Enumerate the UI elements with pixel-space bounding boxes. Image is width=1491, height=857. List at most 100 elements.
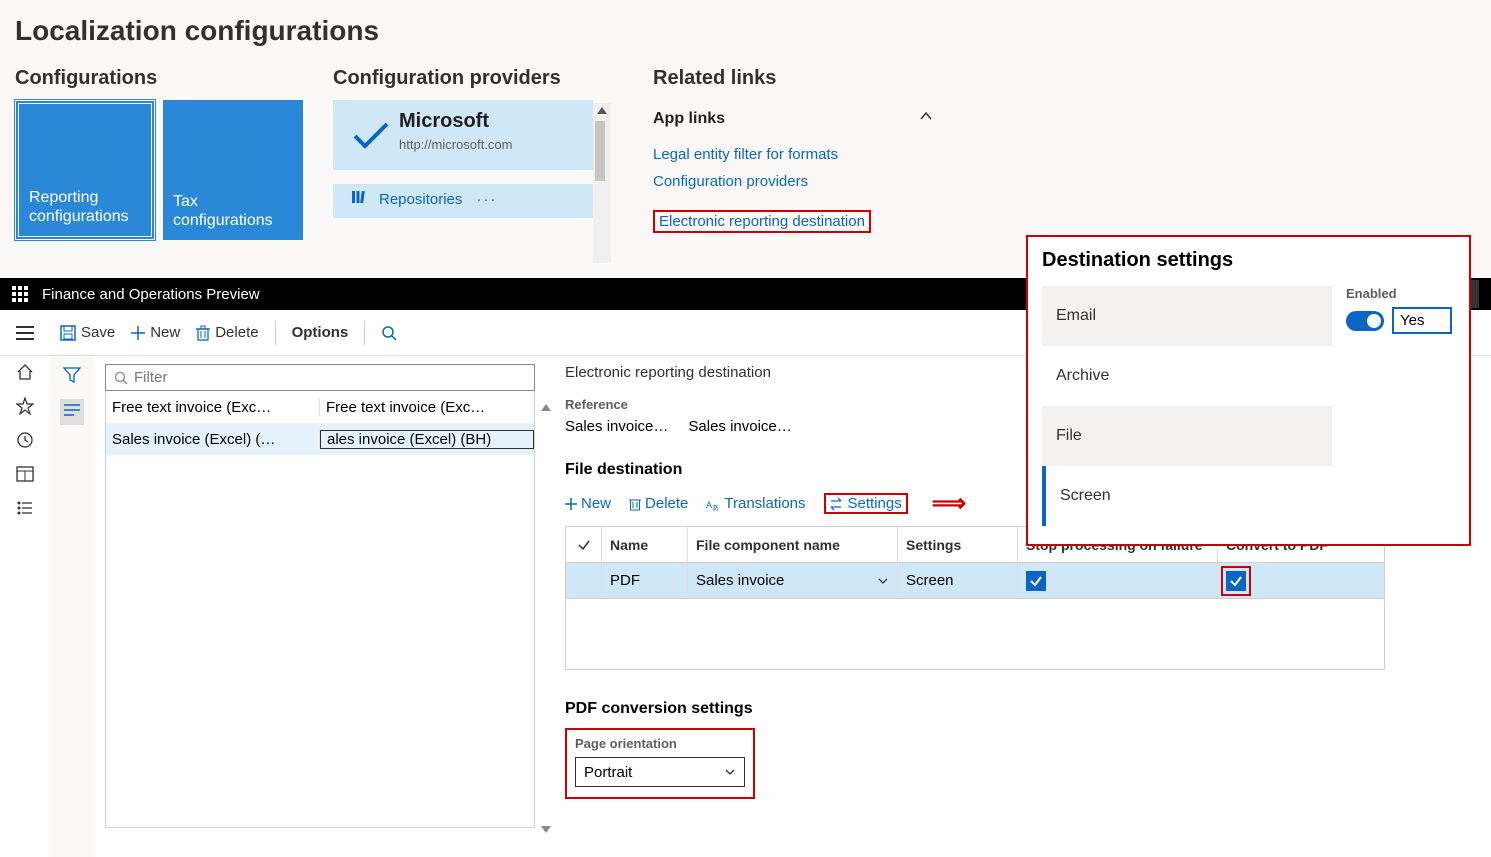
home-icon[interactable] xyxy=(15,362,35,382)
cell-component-text: Sales invoice xyxy=(696,572,784,589)
enabled-label: Enabled xyxy=(1346,286,1455,301)
options-label: Options xyxy=(292,324,349,341)
tile-label: Reporting configurations xyxy=(29,188,129,226)
search-icon xyxy=(381,325,397,341)
config-cell: Sales invoice (Excel) (… xyxy=(106,431,320,448)
col-settings[interactable]: Settings xyxy=(898,527,1018,562)
arrow-right-icon: ⟹ xyxy=(932,489,963,518)
config-row[interactable]: Free text invoice (Exc… Free text invoic… xyxy=(106,391,534,423)
dest-tab-email[interactable]: Email xyxy=(1042,286,1332,346)
fd-delete-button[interactable]: Delete xyxy=(629,495,688,512)
repositories-icon xyxy=(351,190,365,208)
link-configuration-providers[interactable]: Configuration providers xyxy=(653,173,933,190)
configurations-heading: Configurations xyxy=(15,67,303,90)
page-orientation-value: Portrait xyxy=(584,764,632,781)
plus-icon xyxy=(131,326,145,340)
workspace-icon[interactable] xyxy=(15,464,35,484)
destination-settings-panel: Destination settings Email Archive File … xyxy=(1026,235,1471,546)
recent-icon[interactable] xyxy=(15,430,35,450)
provider-url: http://microsoft.com xyxy=(399,137,575,152)
page-title: Localization configurations xyxy=(15,15,1476,47)
fd-new-button[interactable]: New xyxy=(565,495,611,512)
hamburger-icon[interactable] xyxy=(0,310,50,356)
tile-label: Tax configurations xyxy=(173,192,273,230)
pdf-conversion-heading: PDF conversion settings xyxy=(565,700,1471,718)
options-button[interactable]: Options xyxy=(292,324,349,341)
list-lines-icon[interactable] xyxy=(60,399,84,425)
star-icon[interactable] xyxy=(15,396,35,416)
page-orientation-select[interactable]: Portrait xyxy=(575,757,745,787)
checkmark-icon xyxy=(351,110,391,160)
app-name: Finance and Operations Preview xyxy=(42,286,260,303)
plus-icon xyxy=(565,498,577,510)
modules-icon[interactable] xyxy=(15,498,35,518)
tile-reporting-configurations[interactable]: Reporting configurations xyxy=(15,100,155,240)
app-links-heading: App links xyxy=(653,110,725,128)
chevron-up-icon[interactable] xyxy=(919,109,933,128)
dest-tab-screen[interactable]: Screen xyxy=(1042,466,1332,526)
row-select[interactable] xyxy=(566,563,602,598)
destination-settings-title: Destination settings xyxy=(1042,249,1455,272)
chevron-down-icon xyxy=(877,575,889,587)
provider-name: Microsoft xyxy=(399,110,575,133)
fd-settings-label: Settings xyxy=(848,495,902,512)
reference-value: Sales invoice… xyxy=(688,418,791,435)
related-links-heading: Related links xyxy=(653,67,933,90)
dest-tab-archive[interactable]: Archive xyxy=(1042,346,1332,406)
fd-delete-label: Delete xyxy=(645,495,688,512)
trash-icon xyxy=(196,325,210,341)
delete-button[interactable]: Delete xyxy=(196,324,258,341)
config-row[interactable]: Sales invoice (Excel) (… ales invoice (E… xyxy=(106,423,534,455)
swap-icon xyxy=(830,497,844,511)
cell-settings[interactable]: Screen xyxy=(898,563,1018,598)
scrollbar[interactable] xyxy=(593,103,611,263)
config-cell: Free text invoice (Exc… xyxy=(320,399,534,416)
save-label: Save xyxy=(81,324,115,341)
scrollbar[interactable] xyxy=(537,400,555,837)
fd-settings-button[interactable]: Settings xyxy=(824,493,908,514)
search-icon xyxy=(114,371,128,385)
checkbox-checked-icon[interactable] xyxy=(1226,571,1246,591)
tile-tax-configurations[interactable]: Tax configurations xyxy=(163,100,303,240)
enabled-toggle[interactable] xyxy=(1346,311,1384,331)
page-orientation-label: Page orientation xyxy=(575,736,745,751)
filter-input-wrap[interactable] xyxy=(105,364,535,391)
cell-name[interactable]: PDF xyxy=(602,563,688,598)
reference-value: Sales invoice… xyxy=(565,418,668,435)
save-icon xyxy=(60,325,76,341)
svg-text:あ: あ xyxy=(712,504,719,511)
fd-translations-label: Translations xyxy=(724,495,805,512)
translations-icon: Aあ xyxy=(706,497,720,511)
file-destination-table: Name File component name Settings Stop p… xyxy=(565,526,1385,670)
link-legal-entity-filter[interactable]: Legal entity filter for formats xyxy=(653,146,933,163)
funnel-icon[interactable] xyxy=(63,366,81,389)
provider-card[interactable]: Microsoft http://microsoft.com xyxy=(333,100,593,170)
trash-icon xyxy=(629,497,641,511)
toolbar-search-button[interactable] xyxy=(381,325,397,341)
new-button[interactable]: New xyxy=(131,324,180,341)
config-cell: Free text invoice (Exc… xyxy=(106,399,320,416)
more-icon[interactable]: ··· xyxy=(476,191,497,208)
cell-stop[interactable] xyxy=(1018,563,1218,598)
col-name[interactable]: Name xyxy=(602,527,688,562)
providers-heading: Configuration providers xyxy=(333,67,593,90)
filter-input[interactable] xyxy=(134,369,526,386)
enabled-value: Yes xyxy=(1392,307,1452,334)
new-label: New xyxy=(150,324,180,341)
table-row[interactable]: PDF Sales invoice Screen xyxy=(566,563,1384,599)
link-electronic-reporting-destination[interactable]: Electronic reporting destination xyxy=(653,210,871,233)
checkbox-checked-icon[interactable] xyxy=(1026,571,1046,591)
dest-tab-file[interactable]: File xyxy=(1042,406,1332,466)
save-button[interactable]: Save xyxy=(60,324,115,341)
chevron-down-icon xyxy=(724,766,736,778)
waffle-icon[interactable] xyxy=(12,286,28,302)
col-component[interactable]: File component name xyxy=(688,527,898,562)
config-cell: ales invoice (Excel) (BH) xyxy=(320,430,534,449)
repositories-link[interactable]: Repositories xyxy=(379,191,462,208)
fd-new-label: New xyxy=(581,495,611,512)
cell-pdf[interactable] xyxy=(1218,563,1378,598)
delete-label: Delete xyxy=(215,324,258,341)
cell-component[interactable]: Sales invoice xyxy=(688,563,898,598)
fd-translations-button[interactable]: Aあ Translations xyxy=(706,495,805,512)
col-select[interactable] xyxy=(566,527,602,562)
